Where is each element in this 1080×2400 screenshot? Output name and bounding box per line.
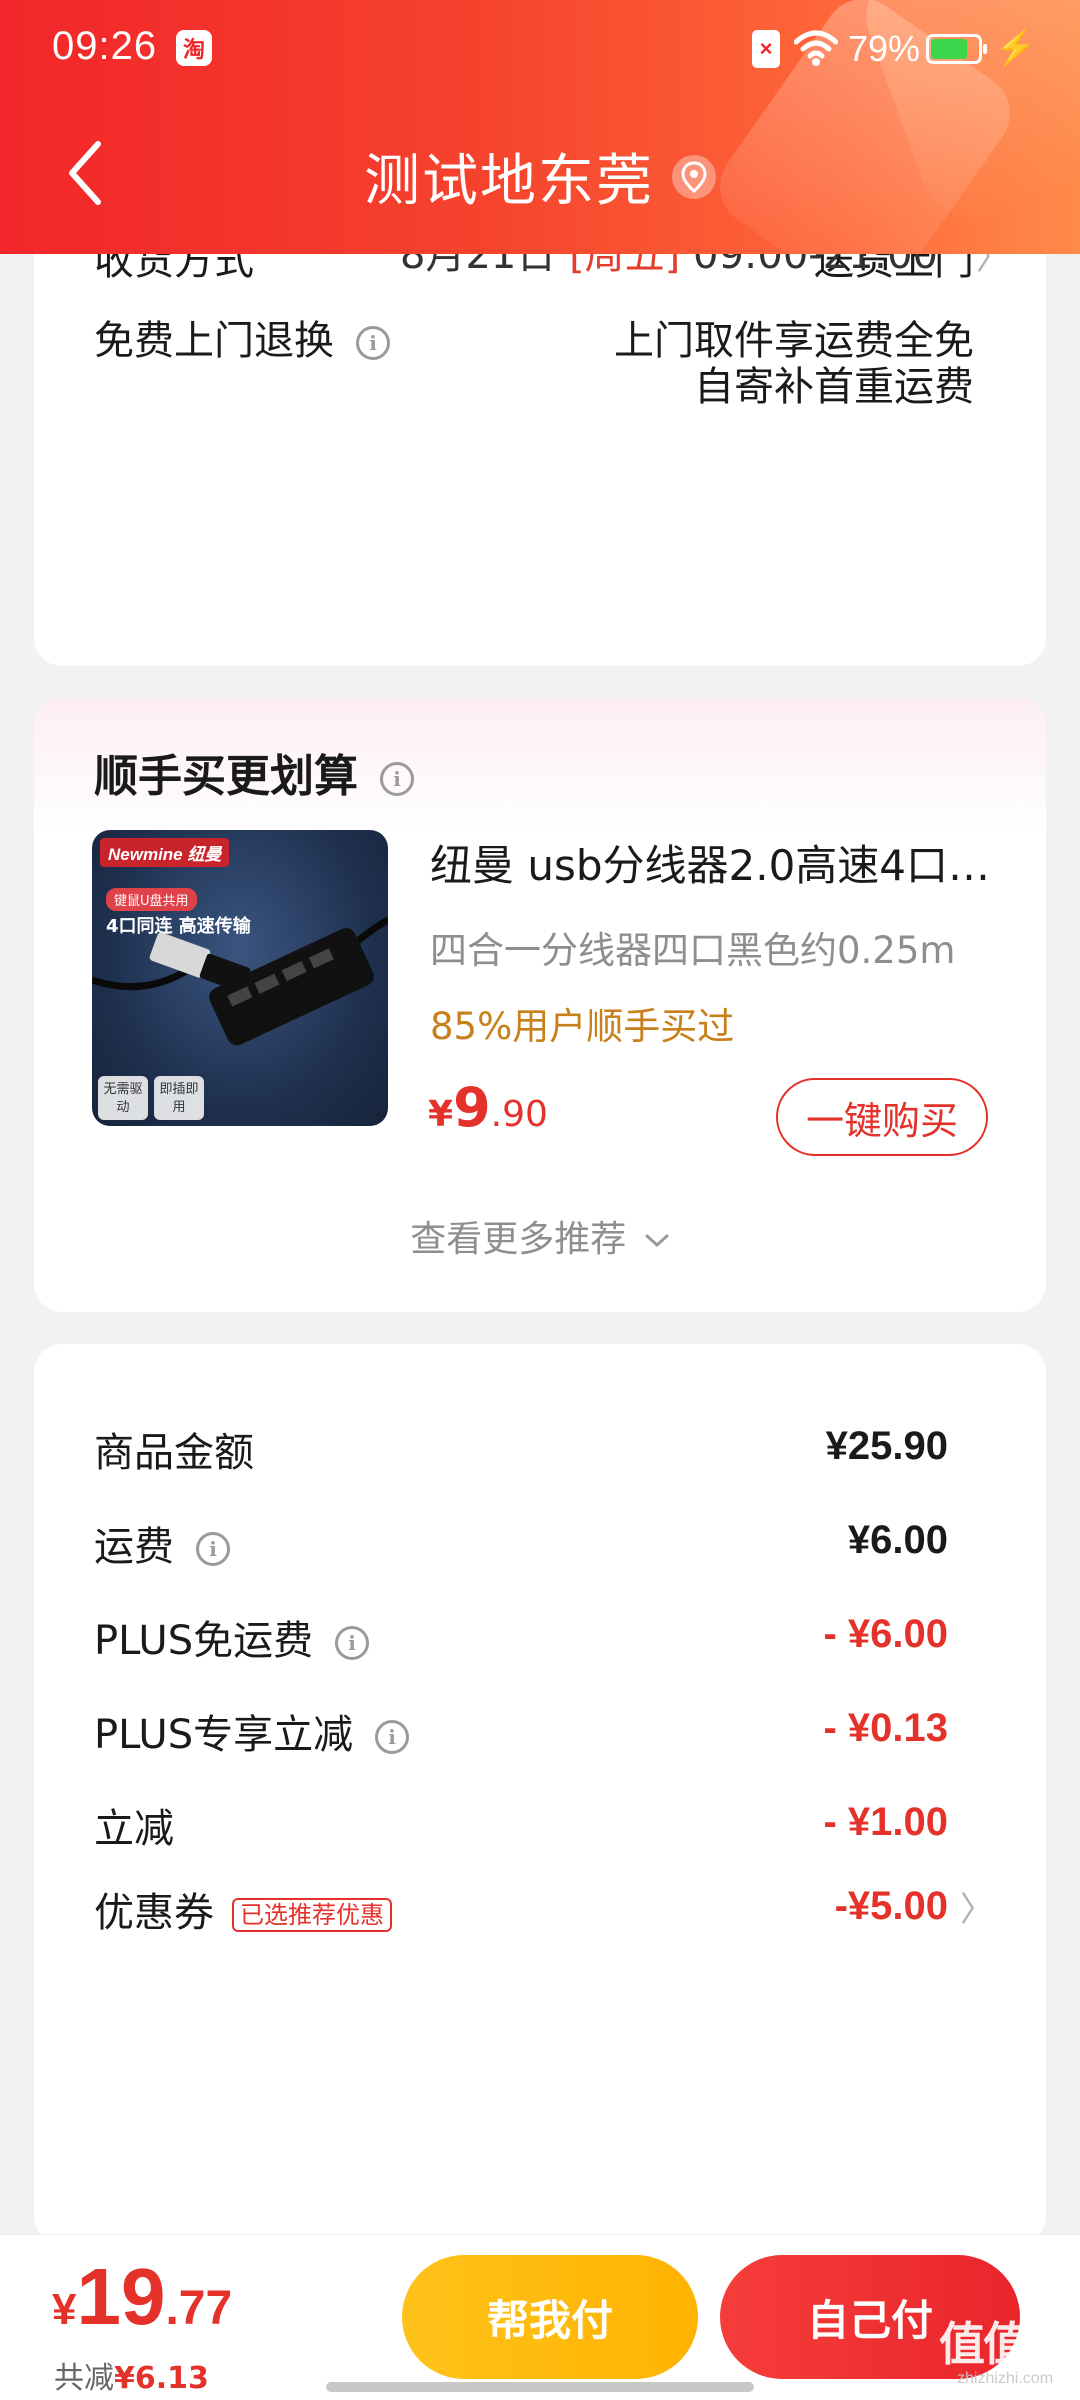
summary-label-plus-free-shipping-text: PLUS免运费 — [94, 1618, 314, 1664]
taobao-app-icon: 淘 — [176, 30, 212, 66]
info-icon[interactable]: i — [335, 1626, 370, 1660]
total-decimal: .77 — [165, 2282, 233, 2335]
help-me-pay-button[interactable]: 帮我付 — [402, 2255, 698, 2379]
free-return-label: 免费上门退换 i — [94, 308, 390, 366]
summary-label-plus-free-shipping: PLUS免运费 i — [94, 1608, 370, 1666]
bottom-action-bar: ¥19.77 共减¥6.13 帮我付 自己付 — [0, 2234, 1080, 2400]
summary-value-plus-free-shipping: - ¥6.00 — [823, 1612, 948, 1656]
wifi-icon — [793, 28, 839, 73]
battery-icon — [926, 34, 987, 64]
product-image-badge: 即插即用 — [154, 1076, 204, 1120]
coupon-tag: 已选推荐优惠 — [232, 1898, 392, 1932]
page-title-text: 测试地东莞 — [364, 149, 654, 214]
summary-value-coupon[interactable]: -¥5.00 — [835, 1884, 948, 1929]
product-name[interactable]: 纽曼 usb分线器2.0高速4口集线器 — [430, 832, 1000, 893]
total-saved-amount: ¥6.13 — [114, 2361, 209, 2396]
charging-icon: ⚡ — [994, 29, 1037, 67]
info-icon[interactable]: i — [196, 1532, 230, 1566]
total-price: ¥19.77 — [52, 2251, 232, 2343]
recommend-card: 顺手买更划算 i Newmine 纽曼 键鼠U盘共用 4口同连 高速传输 无需驱动… — [34, 698, 1046, 1312]
home-indicator[interactable] — [326, 2382, 754, 2392]
summary-label-goods: 商品金额 — [94, 1430, 254, 1476]
info-icon[interactable]: i — [380, 762, 414, 796]
product-image-badge: 无需驱动 — [98, 1076, 148, 1120]
summary-label-plus-discount: PLUS专享立减 i — [94, 1702, 410, 1760]
product-social-hint: 85%用户顺手买过 — [430, 1005, 735, 1048]
status-time: 09:26 — [52, 24, 158, 68]
location-pin-icon[interactable] — [672, 154, 716, 199]
see-more-label: 查看更多推荐 — [410, 1219, 627, 1260]
free-return-label-text: 免费上门退换 — [94, 318, 334, 364]
price-summary-card: 商品金额 ¥25.90 运费 i ¥6.00 PLUS免运费 i - ¥6.00 P… — [34, 1344, 1046, 2244]
summary-value-goods: ¥25.90 — [825, 1424, 948, 1468]
summary-label-coupon-text: 优惠券 — [94, 1890, 214, 1936]
total-symbol: ¥ — [52, 2285, 77, 2334]
battery-percent: 79% — [848, 28, 921, 69]
price-integer: 9 — [453, 1076, 491, 1139]
summary-label-shipping: 运费 i — [94, 1514, 230, 1572]
summary-label-instant-discount: 立减 — [94, 1806, 174, 1852]
watermark-logo: 值值值 — [939, 2317, 1073, 2371]
recommend-title: 顺手买更划算 i — [94, 740, 414, 804]
summary-label-shipping-text: 运费 — [94, 1524, 174, 1570]
price-decimal: .90 — [490, 1094, 548, 1135]
price-symbol: ¥ — [428, 1094, 454, 1135]
total-integer: 19 — [76, 2252, 166, 2341]
header: 09:26 淘 × 79% ⚡ 测试地东莞 — [0, 0, 1080, 254]
product-image[interactable]: Newmine 纽曼 键鼠U盘共用 4口同连 高速传输 无需驱动 即插即用 — [92, 830, 388, 1126]
summary-label-coupon[interactable]: 优惠券 已选推荐优惠 — [94, 1880, 392, 1938]
total-saved-label: 共减 — [54, 2361, 114, 2396]
watermark-url: zhizhizhi.com — [956, 2370, 1054, 2387]
sim-icon: × — [752, 30, 780, 68]
watermark: 值值值 zhizhizhi.com — [934, 2318, 1076, 2388]
product-spec: 四合一分线器四口黑色约0.25m — [430, 929, 956, 972]
product-price: ¥9.90 — [428, 1076, 548, 1139]
one-click-buy-button[interactable]: 一键购买 — [776, 1078, 988, 1156]
free-return-line2: 自寄补首重运费 — [694, 364, 974, 410]
recommend-title-text: 顺手买更划算 — [94, 751, 358, 802]
summary-value-plus-discount: - ¥0.13 — [823, 1706, 948, 1750]
info-icon[interactable]: i — [356, 326, 390, 360]
summary-value-instant-discount: - ¥1.00 — [823, 1800, 948, 1844]
status-bar: 09:26 淘 × 79% ⚡ — [0, 0, 1080, 100]
info-icon[interactable]: i — [375, 1720, 410, 1754]
chevron-right-icon[interactable]: 〉 — [960, 1882, 994, 1931]
total-saved: 共减¥6.13 — [54, 2353, 209, 2397]
chevron-down-icon — [645, 1234, 669, 1248]
summary-value-shipping: ¥6.00 — [847, 1518, 948, 1562]
page-title: 测试地东莞 — [0, 136, 1080, 217]
see-more-recommendations[interactable]: 查看更多推荐 — [34, 1210, 1046, 1262]
summary-label-plus-discount-text: PLUS专享立减 — [94, 1712, 354, 1758]
